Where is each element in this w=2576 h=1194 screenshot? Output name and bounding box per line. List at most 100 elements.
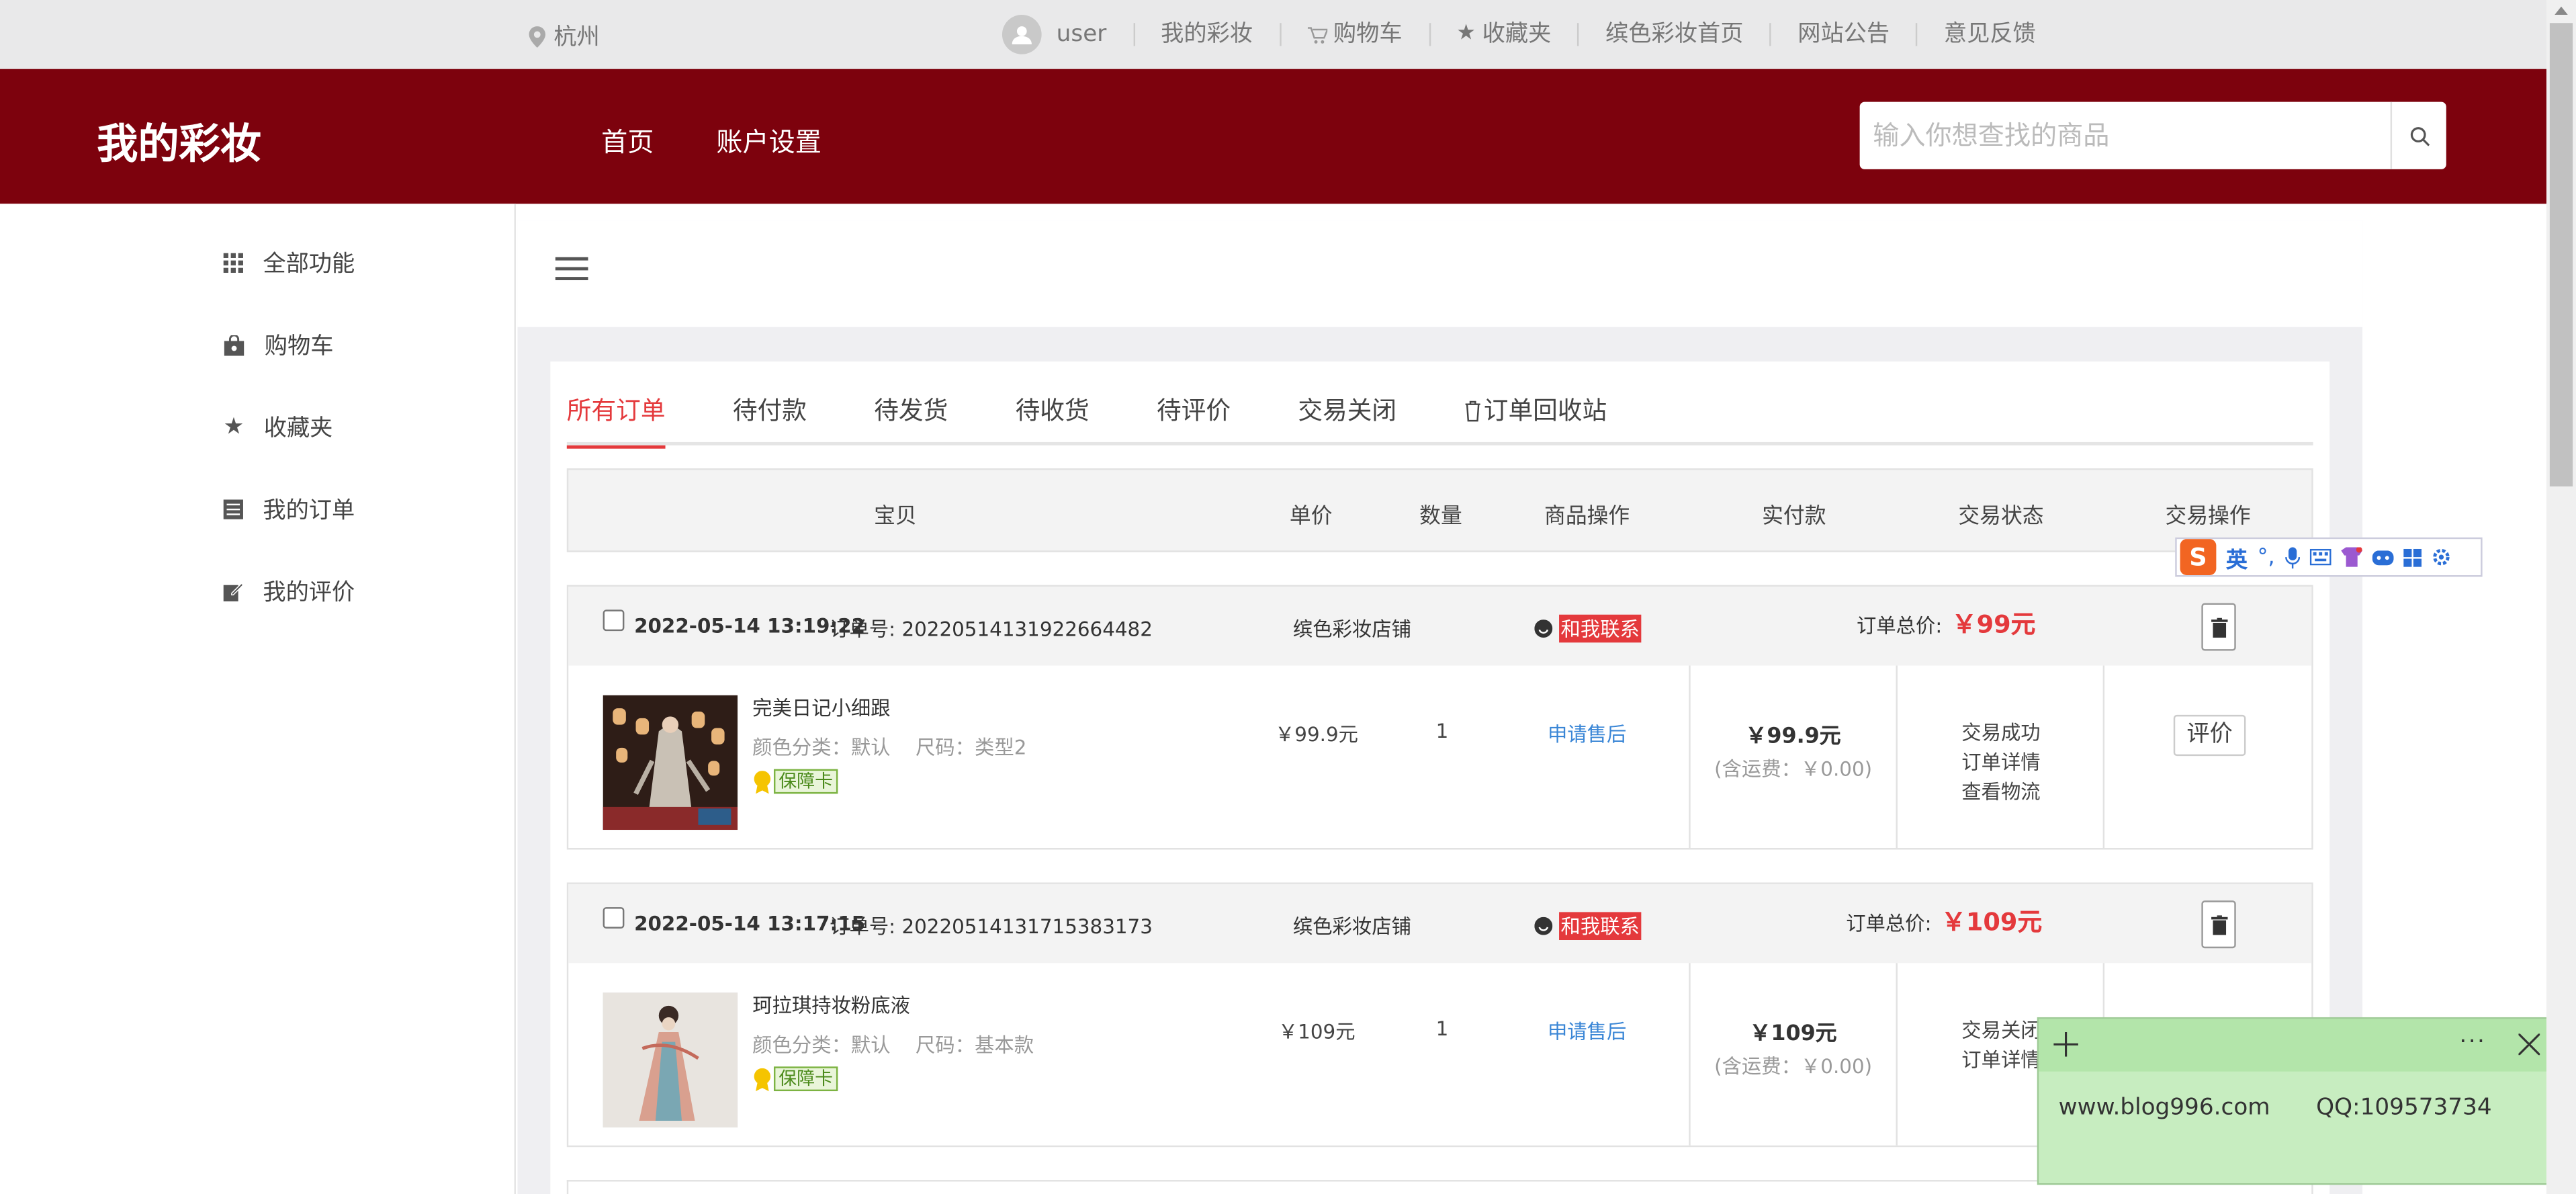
product-image[interactable] — [603, 695, 738, 830]
search-button[interactable] — [2390, 101, 2446, 169]
tab-pending-review[interactable]: 待评价 — [1157, 394, 1231, 445]
sidebar-item-label: 购物车 — [264, 333, 334, 360]
shipping-fee: (含运费：￥0.00) — [1714, 1055, 1873, 1078]
top-nav: user 我的彩妆 购物车 ★ 收藏夹 缤色彩妆首页 网站公告 意见反馈 — [1002, 15, 2062, 54]
top-link-cart[interactable]: 购物车 — [1279, 23, 1429, 46]
more-options-icon[interactable]: ··· — [2459, 1029, 2486, 1055]
microphone-icon[interactable] — [2284, 546, 2300, 568]
product-name[interactable]: 珂拉琪持妆粉底液 — [752, 991, 910, 1019]
delete-order-button[interactable] — [2201, 603, 2236, 651]
guarantee-label: 保障卡 — [773, 769, 838, 794]
contact-label: 和我联系 — [1559, 614, 1642, 643]
col-item-ops: 商品操作 — [1544, 504, 1630, 529]
user-menu[interactable]: user — [1002, 15, 1133, 54]
delete-order-button[interactable] — [2201, 900, 2236, 949]
product-image[interactable] — [603, 992, 738, 1127]
after-sale-link[interactable]: 申请售后 — [1548, 720, 1626, 748]
total-label: 订单总价: — [1846, 912, 1932, 935]
game-icon[interactable] — [2371, 550, 2393, 565]
settings-icon[interactable] — [2431, 547, 2450, 566]
nav-home[interactable]: 首页 — [601, 120, 654, 160]
top-link-my-makeup[interactable]: 我的彩妆 — [1132, 23, 1279, 46]
col-unit-price: 单价 — [1289, 504, 1333, 529]
skin-icon[interactable] — [2340, 547, 2362, 567]
contact-seller[interactable]: 和我联系 — [1534, 614, 1642, 643]
cart-icon — [1306, 26, 1327, 43]
order-header: 2022-05-14 13:17:15 订单号: 202205141317153… — [568, 884, 2312, 964]
smile-icon — [1534, 620, 1553, 638]
tab-label: 订单回收站 — [1483, 396, 1607, 426]
order-checkbox[interactable] — [603, 609, 625, 632]
quantity: 1 — [1435, 1017, 1449, 1041]
star-icon: ★ — [223, 414, 245, 441]
sidebar: 全部功能 购物车 ★ 收藏夹 我的订单 我的评价 — [0, 204, 516, 1194]
top-link-feedback[interactable]: 意见反馈 — [1916, 23, 2062, 46]
scrollbar[interactable] — [2546, 0, 2576, 1194]
review-button[interactable]: 评价 — [2173, 714, 2246, 757]
sidebar-item-my-reviews[interactable]: 我的评价 — [223, 575, 355, 608]
contact-seller[interactable]: 和我联系 — [1534, 912, 1642, 940]
guarantee-card[interactable]: 保障卡 — [752, 1066, 838, 1092]
after-sale-link[interactable]: 申请售后 — [1548, 1017, 1626, 1046]
shop-name[interactable]: 缤色彩妆店铺 — [1293, 912, 1411, 940]
sticky-note-text[interactable]: www.blog996.com QQ:109573734 — [2059, 1095, 2492, 1121]
table-header: 宝贝 单价 数量 商品操作 实付款 交易状态 交易操作 — [566, 468, 2313, 552]
status-text: 交易成功 — [1961, 721, 2041, 744]
sidebar-item-cart[interactable]: 购物车 — [224, 329, 334, 361]
product-thumbnail — [603, 992, 738, 1127]
sidebar-item-my-orders[interactable]: 我的订单 — [223, 493, 355, 526]
top-link-home[interactable]: 缤色彩妆首页 — [1577, 23, 1769, 46]
apps-icon[interactable] — [2403, 548, 2422, 566]
order-tabs: 所有订单 待付款 待发货 待收货 待评价 交易关闭 订单回收站 — [566, 394, 2313, 449]
top-link-favorites[interactable]: ★ 收藏夹 — [1428, 22, 1578, 46]
order-number: 订单号: 20220514131715383173 — [830, 912, 1153, 940]
order-details-link[interactable]: 订单详情 — [1898, 748, 2104, 777]
tab-closed[interactable]: 交易关闭 — [1298, 394, 1396, 445]
contact-label: 和我联系 — [1559, 912, 1642, 940]
product-name[interactable]: 完美日记小细跟 — [752, 693, 890, 722]
site-logo[interactable]: 我的彩妆 — [97, 112, 261, 171]
ime-toolbar[interactable]: S 英 °, — [2175, 537, 2483, 577]
location[interactable]: 杭州 — [529, 19, 600, 52]
tab-pending-receipt[interactable]: 待收货 — [1016, 394, 1090, 445]
ime-logo[interactable]: S — [2180, 539, 2217, 576]
close-icon[interactable] — [2518, 1033, 2540, 1056]
scroll-up-icon[interactable] — [2555, 6, 2568, 15]
scrollbar-thumb[interactable] — [2549, 23, 2573, 486]
medal-icon — [754, 1067, 771, 1091]
sidebar-item-all-functions[interactable]: 全部功能 — [223, 247, 355, 280]
punctuation-icon[interactable]: °, — [2258, 545, 2275, 570]
top-link-announcements[interactable]: 网站公告 — [1769, 23, 1916, 46]
col-paid: 实付款 — [1762, 504, 1826, 529]
product-thumbnail — [603, 695, 738, 830]
guarantee-label: 保障卡 — [773, 1066, 838, 1092]
note-qq: QQ:109573734 — [2316, 1094, 2492, 1121]
sidebar-item-favorites[interactable]: ★ 收藏夹 — [224, 411, 333, 443]
nav-account-settings[interactable]: 账户设置 — [716, 120, 821, 160]
tab-recycle-bin[interactable]: 订单回收站 — [1464, 394, 1607, 445]
search-icon — [2409, 126, 2430, 146]
order-checkbox[interactable] — [603, 907, 625, 929]
total-value: ￥109元 — [1941, 907, 2043, 937]
col-quantity: 数量 — [1419, 504, 1462, 529]
product-attributes: 颜色分类：默认 尺码：类型2 — [752, 736, 1027, 759]
tab-pending-payment[interactable]: 待付款 — [733, 394, 807, 445]
shopping-bag-icon — [224, 334, 245, 355]
order-number-label: 订单号: — [830, 915, 896, 939]
paid-amount: ￥99.9元 (含运费：￥0.00) — [1691, 718, 1896, 782]
guarantee-card[interactable]: 保障卡 — [752, 769, 838, 794]
view-logistics-link[interactable]: 查看物流 — [1898, 777, 2104, 807]
tab-all-orders[interactable]: 所有订单 — [566, 394, 666, 449]
search-input[interactable] — [1859, 101, 2391, 169]
user-icon — [1012, 26, 1032, 45]
keyboard-icon[interactable] — [2309, 548, 2331, 566]
tab-pending-shipment[interactable]: 待发货 — [874, 394, 948, 445]
top-link-label: 缤色彩妆首页 — [1605, 21, 1744, 48]
ime-language-toggle[interactable]: 英 — [2226, 542, 2248, 573]
paid-amount: ￥109元 (含运费：￥0.00) — [1691, 1016, 1896, 1080]
paid-value: ￥109元 — [1749, 1022, 1837, 1047]
shop-name[interactable]: 缤色彩妆店铺 — [1293, 615, 1411, 643]
menu-icon[interactable] — [555, 257, 588, 282]
order-number: 订单号: 20220514131922664482 — [830, 615, 1153, 643]
add-icon[interactable] — [2053, 1031, 2078, 1057]
